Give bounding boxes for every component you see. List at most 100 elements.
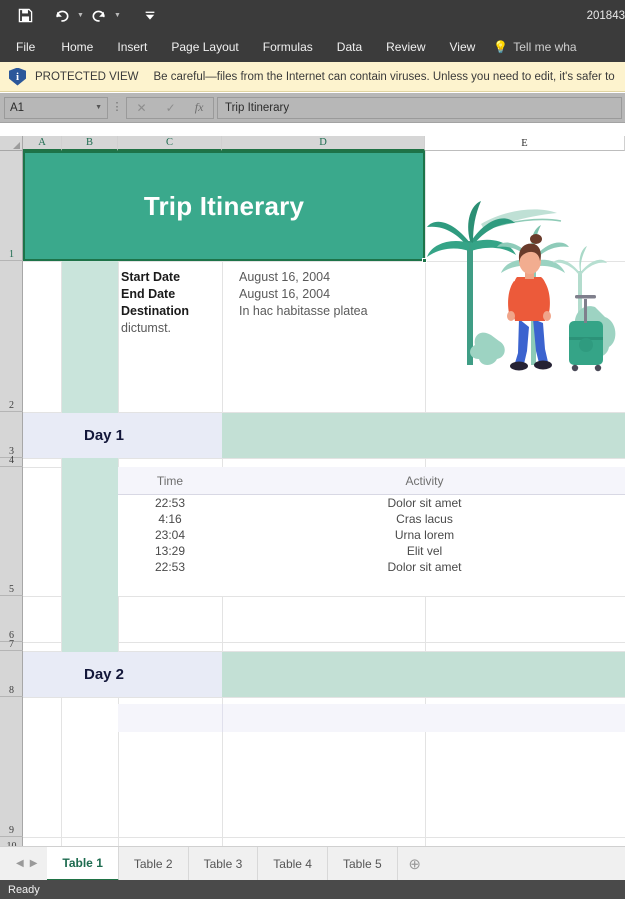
summary-row-destination: Destination In hac habitasse platea xyxy=(121,303,451,320)
day2-header-divider xyxy=(222,704,223,732)
column-header-c[interactable]: C xyxy=(118,136,222,151)
sheet-tab-table-5[interactable]: Table 5 xyxy=(327,846,398,881)
day1-band-right xyxy=(222,413,625,458)
redo-button[interactable] xyxy=(86,4,112,28)
ribbon-tab-home[interactable]: Home xyxy=(49,31,105,62)
status-text: Ready xyxy=(8,883,40,896)
sheet-nav-arrows: ◀ ▶ xyxy=(0,858,47,869)
formula-bar-buttons: ✕ ✓ fx xyxy=(126,96,214,119)
day2-band-right xyxy=(222,652,625,697)
undo-dropdown-caret-icon[interactable]: ▼ xyxy=(75,4,86,28)
gridline-row-8 xyxy=(23,697,625,698)
document-title: 201843 xyxy=(586,9,625,22)
sheet-tab-table-4[interactable]: Table 4 xyxy=(258,846,328,881)
protected-view-message: Be careful—files from the Internet can c… xyxy=(153,70,615,83)
row-header-8[interactable]: 8 xyxy=(0,651,23,697)
ribbon-tab-view[interactable]: View xyxy=(438,31,488,62)
row-header-9[interactable]: 9 xyxy=(0,697,23,837)
protected-view-label: PROTECTED VIEW xyxy=(35,70,139,83)
sheet-tab-table-1[interactable]: Table 1 xyxy=(47,846,119,881)
column-header-a[interactable]: A xyxy=(23,136,62,151)
day1-cell-time-2: 4:16 xyxy=(158,512,182,526)
sheet-tab-table-2[interactable]: Table 2 xyxy=(118,846,189,881)
trip-summary-block: Start Date August 16, 2004 End Date Augu… xyxy=(121,269,451,337)
day1-title: Day 1 xyxy=(84,427,125,444)
day1-cell-time-3: 23:04 xyxy=(154,528,186,542)
day1-cell-activity-2: Cras lacus xyxy=(396,512,453,526)
sheet-nav-next-icon[interactable]: ▶ xyxy=(30,858,38,869)
column-header-d[interactable]: D xyxy=(222,136,425,151)
ribbon-tab-insert[interactable]: Insert xyxy=(105,31,159,62)
info-shield-icon: i xyxy=(9,67,26,86)
day1-header-activity: Activity xyxy=(405,474,444,488)
customize-qat-button[interactable] xyxy=(137,4,163,28)
summary-value-start-date: August 16, 2004 xyxy=(239,270,331,284)
formula-input[interactable]: Trip Itinerary xyxy=(217,96,622,119)
sheet-tab-bar: ◀ ▶ Table 1 Table 2 Table 3 Table 4 Tabl… xyxy=(0,846,625,881)
day1-cell-activity-5: Dolor sit amet xyxy=(387,560,462,574)
add-sheet-button[interactable]: ⊕ xyxy=(398,847,432,881)
formula-bar-grip: ⋮ xyxy=(111,101,123,114)
row-header-4[interactable]: 4 xyxy=(0,456,23,467)
save-caret-icon xyxy=(38,4,49,28)
summary-label-start-date: Start Date xyxy=(121,270,181,284)
spreadsheet-grid: A B C D E 1 2 3 4 5 6 7 8 9 10 11 xyxy=(0,124,625,869)
ribbon-tab-data[interactable]: Data xyxy=(325,31,374,62)
summary-value-destination: In hac habitasse platea xyxy=(239,304,368,318)
title-bar: ▼ ▼ 201843 xyxy=(0,0,625,31)
sheet-nav-prev-icon[interactable]: ◀ xyxy=(16,858,24,869)
insert-function-icon[interactable]: fx xyxy=(195,100,204,115)
ribbon-tab-bar: File Home Insert Page Layout Formulas Da… xyxy=(0,31,625,62)
day2-title: Day 2 xyxy=(84,666,125,683)
excel-window: ▼ ▼ 201843 File Home Insert Page Layout … xyxy=(0,0,625,899)
name-box-caret-icon[interactable]: ▼ xyxy=(95,104,102,111)
day1-header-time: Time xyxy=(156,474,184,488)
row-header-5[interactable]: 5 xyxy=(0,467,23,596)
tell-me-label: Tell me wha xyxy=(513,39,577,54)
ribbon-tab-page-layout[interactable]: Page Layout xyxy=(159,31,250,62)
row-header-3[interactable]: 3 xyxy=(0,412,23,458)
accent-strip-column-b xyxy=(62,261,118,697)
trip-title-banner[interactable]: Trip Itinerary xyxy=(24,152,424,260)
protected-view-bar: i PROTECTED VIEW Be careful—files from t… xyxy=(0,62,625,92)
day1-cell-time-4: 13:29 xyxy=(154,544,186,558)
name-box-value: A1 xyxy=(10,101,25,114)
day2-table-header-row xyxy=(118,704,625,732)
confirm-edit-icon[interactable]: ✓ xyxy=(166,101,176,115)
ribbon-tab-file[interactable]: File xyxy=(0,31,49,62)
day1-cell-activity-1: Dolor sit amet xyxy=(387,496,462,510)
trip-title-text: Trip Itinerary xyxy=(143,190,305,221)
sheet-tab-table-3[interactable]: Table 3 xyxy=(188,846,259,881)
undo-button[interactable] xyxy=(49,4,75,28)
tell-me-search[interactable]: 💡 Tell me wha xyxy=(487,31,576,62)
row-header-1[interactable]: 1 xyxy=(0,151,23,261)
day1-cell-activity-4: Elit vel xyxy=(406,544,443,558)
column-header-e[interactable]: E xyxy=(425,136,625,151)
day1-cell-time-1: 22:53 xyxy=(154,496,186,510)
row-header-6[interactable]: 6 xyxy=(0,596,23,642)
summary-label-end-date: End Date xyxy=(121,287,176,301)
summary-row-end-date: End Date August 16, 2004 xyxy=(121,286,451,303)
row-header-2[interactable]: 2 xyxy=(0,261,23,412)
select-all-corner[interactable] xyxy=(0,136,23,151)
column-header-b[interactable]: B xyxy=(62,136,118,151)
redo-dropdown-caret-icon[interactable]: ▼ xyxy=(112,4,123,28)
summary-label-destination: Destination xyxy=(121,304,190,318)
save-button[interactable] xyxy=(12,4,38,28)
ribbon-tab-review[interactable]: Review xyxy=(374,31,437,62)
lightbulb-icon: 💡 xyxy=(493,39,509,54)
summary-value-end-date: August 16, 2004 xyxy=(239,287,331,301)
summary-row-start-date: Start Date August 16, 2004 xyxy=(121,269,451,286)
ribbon-tab-formulas[interactable]: Formulas xyxy=(251,31,325,62)
row-header-7[interactable]: 7 xyxy=(0,640,23,651)
day1-cell-activity-3: Urna lorem xyxy=(394,528,455,542)
traveler-palm-trees-illustration xyxy=(423,199,625,384)
summary-value-destination-wrap: dictumst. xyxy=(121,321,172,335)
cancel-edit-icon[interactable]: ✕ xyxy=(137,101,147,115)
name-box[interactable]: A1 ▼ xyxy=(4,96,108,119)
column-header-row: A B C D E xyxy=(0,136,625,151)
formula-bar: A1 ▼ ⋮ ✕ ✓ fx Trip Itinerary xyxy=(0,93,625,123)
row-header-column: 1 2 3 4 5 6 7 8 9 10 11 xyxy=(0,151,23,869)
gridline-row-9 xyxy=(23,837,625,838)
sheet-canvas[interactable]: Trip Itinerary Start Date August 16, 200… xyxy=(23,151,625,846)
